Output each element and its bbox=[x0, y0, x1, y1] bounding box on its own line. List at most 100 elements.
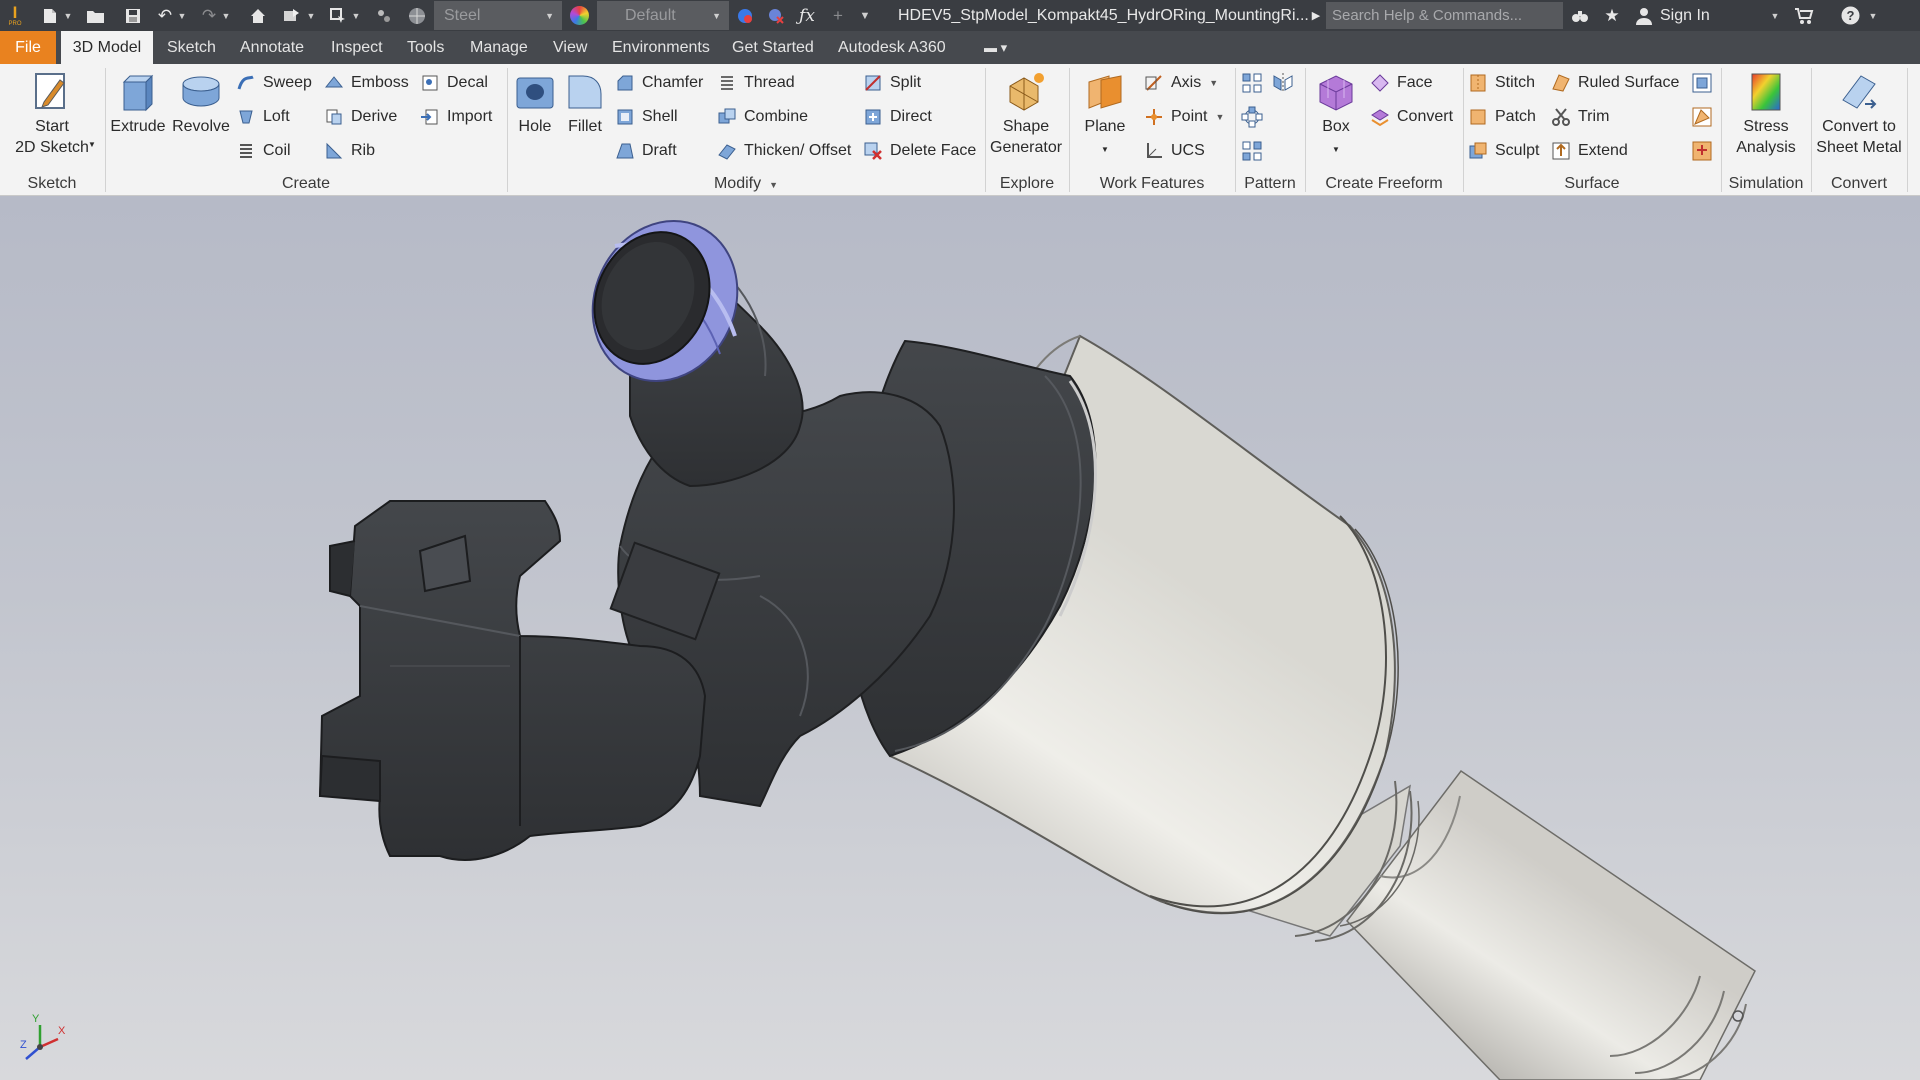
undo-dropdown-icon[interactable]: ▼ bbox=[176, 0, 188, 31]
app-logo-button[interactable]: I PRO bbox=[2, 0, 28, 31]
adjust-appearance-icon[interactable] bbox=[733, 0, 757, 31]
sweep-icon bbox=[236, 73, 256, 93]
select-dropdown-icon[interactable]: ▼ bbox=[350, 0, 362, 31]
combine-button[interactable]: Combine bbox=[717, 104, 808, 130]
stitch-button[interactable]: Stitch bbox=[1468, 70, 1535, 96]
fit-mesh-face-icon[interactable] bbox=[1691, 106, 1713, 128]
patch-button[interactable]: Patch bbox=[1468, 104, 1536, 130]
sweep-button[interactable]: Sweep bbox=[236, 70, 312, 96]
ucs-button[interactable]: UCS bbox=[1144, 138, 1205, 164]
shell-button[interactable]: Shell bbox=[615, 104, 678, 130]
sketch-driven-pattern-icon[interactable] bbox=[1241, 140, 1263, 162]
material-select[interactable]: Steel ▼ bbox=[434, 1, 562, 30]
tab-sketch[interactable]: Sketch bbox=[167, 31, 216, 64]
rectangular-pattern-icon[interactable] bbox=[1241, 72, 1263, 94]
sign-in-dropdown-icon[interactable]: ▼ bbox=[1768, 0, 1782, 31]
star-icon[interactable]: ★ bbox=[1600, 0, 1624, 31]
new-file-icon[interactable] bbox=[38, 0, 62, 31]
help-icon[interactable]: ? bbox=[1838, 0, 1862, 31]
fuel-injector-model[interactable] bbox=[0, 196, 1920, 1080]
tab-environments[interactable]: Environments bbox=[612, 31, 710, 64]
thread-button[interactable]: Thread bbox=[717, 70, 795, 96]
circular-pattern-icon[interactable] bbox=[1241, 106, 1263, 128]
appearance-swatch-icon[interactable] bbox=[570, 6, 589, 25]
start-sketch-dropdown-icon[interactable]: ▼ bbox=[88, 140, 96, 149]
shape-generator-button[interactable]: Shape Generator bbox=[990, 70, 1062, 158]
plane-button[interactable]: Plane ▼ bbox=[1074, 70, 1136, 160]
group-label-modify[interactable]: Modify ▼ bbox=[508, 172, 984, 196]
user-icon[interactable] bbox=[1632, 0, 1656, 31]
tab-3d-model[interactable]: 3D Model bbox=[61, 31, 153, 64]
tab-view[interactable]: View bbox=[553, 31, 587, 64]
extend-button[interactable]: Extend bbox=[1551, 138, 1628, 164]
graphics-viewport[interactable]: X Z Y bbox=[0, 196, 1920, 1080]
sign-in-link[interactable]: Sign In bbox=[1660, 0, 1710, 31]
rib-button[interactable]: Rib bbox=[324, 138, 375, 164]
open-folder-icon[interactable] bbox=[84, 0, 108, 31]
material-globe-icon[interactable] bbox=[405, 0, 429, 31]
revolve-button[interactable]: Revolve bbox=[170, 70, 232, 137]
clear-appearance-icon[interactable] bbox=[764, 0, 788, 31]
search-input[interactable]: Search Help & Commands... bbox=[1326, 2, 1563, 29]
update-icon[interactable] bbox=[280, 0, 304, 31]
fillet-button[interactable]: Fillet bbox=[562, 70, 608, 137]
help-dropdown-icon[interactable]: ▼ bbox=[1866, 0, 1880, 31]
start-2d-sketch-button[interactable]: Start 2D Sketch bbox=[12, 70, 92, 158]
import-icon bbox=[420, 107, 440, 127]
measure-plus-icon[interactable]: + bbox=[827, 0, 849, 31]
customize-qat-icon[interactable]: ▼ bbox=[858, 0, 872, 31]
tab-tools[interactable]: Tools bbox=[407, 31, 444, 64]
box-button[interactable]: Box ▼ bbox=[1310, 70, 1362, 160]
cart-icon[interactable] bbox=[1792, 0, 1816, 31]
convert-to-sheet-metal-button[interactable]: Convert to Sheet Metal bbox=[1814, 70, 1904, 158]
point-button[interactable]: Point ▼ bbox=[1144, 104, 1224, 130]
tab-autodesk-a360[interactable]: Autodesk A360 bbox=[838, 31, 946, 64]
stress-analysis-button[interactable]: Stress Analysis bbox=[1726, 70, 1806, 158]
home-icon[interactable] bbox=[246, 0, 270, 31]
group-label-simulation: Simulation bbox=[1728, 175, 1804, 192]
new-dropdown-icon[interactable]: ▼ bbox=[62, 0, 74, 31]
extrude-button[interactable]: Extrude bbox=[108, 70, 168, 137]
save-icon[interactable] bbox=[121, 0, 145, 31]
derive-button[interactable]: Derive bbox=[324, 104, 397, 130]
delete-face-button[interactable]: Delete Face bbox=[863, 138, 976, 164]
redo-dropdown-icon[interactable]: ▼ bbox=[220, 0, 232, 31]
tab-file[interactable]: File bbox=[0, 31, 56, 64]
ribbon-display-toggle-icon[interactable]: ▬ ▾ bbox=[984, 31, 1020, 64]
extend-icon bbox=[1551, 141, 1571, 161]
chamfer-button[interactable]: Chamfer bbox=[615, 70, 703, 96]
hole-button[interactable]: Hole bbox=[511, 70, 559, 137]
axis-button[interactable]: Axis ▼ bbox=[1144, 70, 1218, 96]
decal-button[interactable]: Decal bbox=[420, 70, 488, 96]
chevron-right-icon[interactable]: ▶ bbox=[1308, 0, 1324, 31]
copy-object-icon[interactable] bbox=[1691, 140, 1713, 162]
loft-button[interactable]: Loft bbox=[236, 104, 290, 130]
sculpt-button[interactable]: Sculpt bbox=[1468, 138, 1539, 164]
binoculars-search-icon[interactable] bbox=[1568, 0, 1592, 31]
parameters-fx-icon[interactable]: ƒx bbox=[796, 0, 818, 31]
tab-annotate[interactable]: Annotate bbox=[240, 31, 304, 64]
thicken-offset-button[interactable]: Thicken/ Offset bbox=[717, 138, 851, 164]
tab-get-started[interactable]: Get Started bbox=[732, 31, 814, 64]
trim-button[interactable]: Trim bbox=[1551, 104, 1609, 130]
tab-manage[interactable]: Manage bbox=[470, 31, 528, 64]
color-override-icon[interactable] bbox=[372, 0, 396, 31]
injector-nozzle-tube[interactable] bbox=[1346, 769, 1756, 1080]
repair-bodies-icon[interactable] bbox=[1691, 72, 1713, 94]
convert-button[interactable]: Convert bbox=[1370, 104, 1453, 130]
update-dropdown-icon[interactable]: ▼ bbox=[305, 0, 317, 31]
redo-icon[interactable]: ↷ bbox=[198, 0, 220, 31]
mirror-icon[interactable] bbox=[1272, 72, 1294, 94]
direct-button[interactable]: Direct bbox=[863, 104, 932, 130]
tab-inspect[interactable]: Inspect bbox=[331, 31, 383, 64]
coil-button[interactable]: Coil bbox=[236, 138, 291, 164]
import-button[interactable]: Import bbox=[420, 104, 492, 130]
draft-button[interactable]: Draft bbox=[615, 138, 677, 164]
face-button[interactable]: Face bbox=[1370, 70, 1433, 96]
split-button[interactable]: Split bbox=[863, 70, 921, 96]
appearance-select[interactable]: Default ▼ bbox=[597, 1, 729, 30]
ruled-surface-button[interactable]: Ruled Surface bbox=[1551, 70, 1679, 96]
emboss-button[interactable]: Emboss bbox=[324, 70, 409, 96]
select-filter-icon[interactable] bbox=[326, 0, 350, 31]
undo-icon[interactable]: ↶ bbox=[154, 0, 176, 31]
